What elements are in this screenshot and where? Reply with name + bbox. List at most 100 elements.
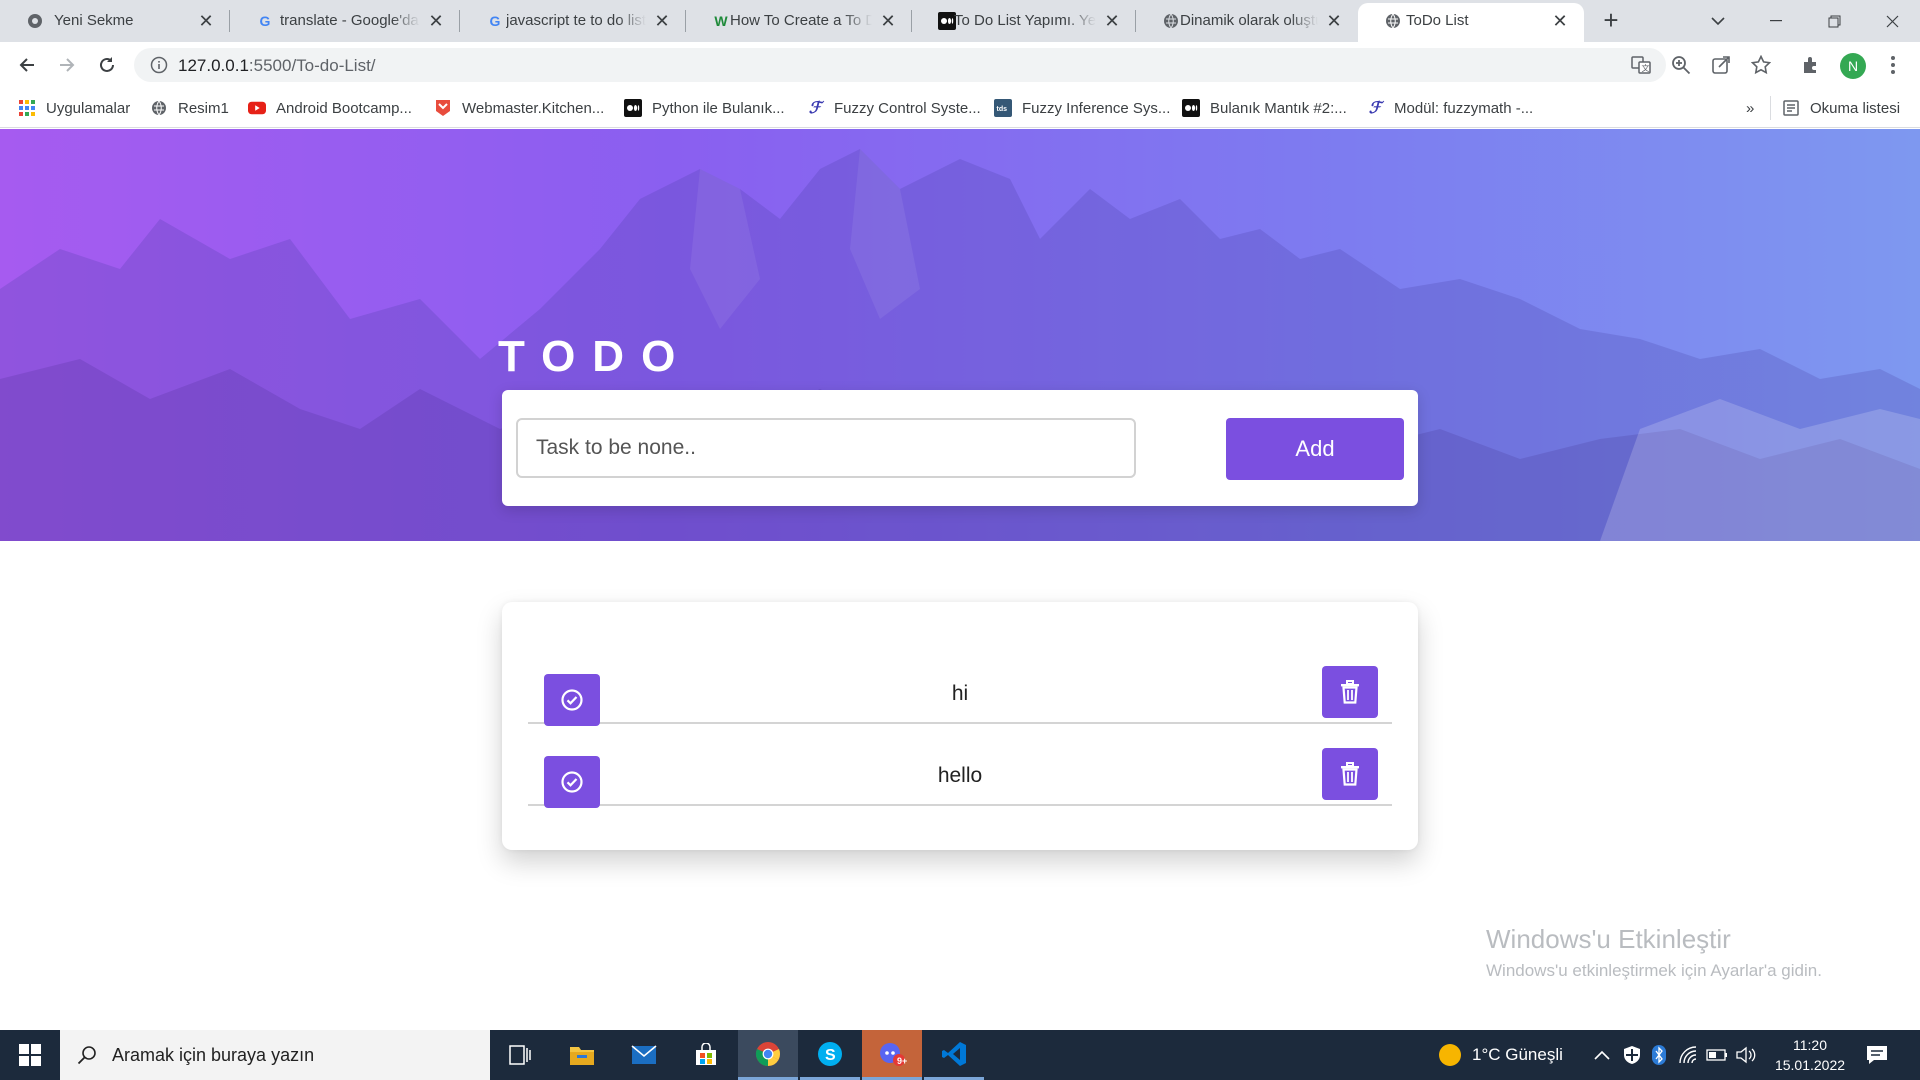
tab-medium-todo[interactable]: To Do List Yapımı. Yeni ✕ [912,0,1136,42]
bookmark-star-icon[interactable] [1748,52,1774,78]
globe-icon [1162,12,1180,30]
windows-activation-watermark: Windows'u Etkinleştir Windows'u etkinleş… [1486,924,1822,981]
close-tab-icon[interactable]: ✕ [652,11,672,31]
site-info-icon[interactable] [150,56,168,74]
minimize-icon[interactable] [1748,0,1804,42]
skype-icon[interactable]: S [800,1030,860,1080]
show-hidden-icons[interactable] [1594,1030,1610,1080]
vscode-icon[interactable] [924,1030,984,1080]
taskbar-search[interactable]: Aramak için buraya yazın [60,1030,490,1080]
google-icon: G [259,13,271,29]
file-explorer-icon[interactable] [552,1030,612,1080]
todo-text: hello [937,764,983,787]
tab-wikihow[interactable]: W How To Create a To Do List ✕ [686,0,912,42]
bookmark-fuzzy-control[interactable]: ℱ Fuzzy Control Syste... [806,98,981,118]
close-tab-icon[interactable]: ✕ [1324,11,1344,31]
bookmark-label: Webmaster.Kitchen... [462,99,605,117]
globe-icon [150,99,168,117]
restore-icon[interactable] [1806,0,1862,42]
tds-icon: tds [994,99,1012,117]
back-icon[interactable] [12,50,42,80]
bluetooth-icon[interactable] [1652,1030,1666,1080]
bookmark-fuzzy-inference[interactable]: tds Fuzzy Inference Sys... [994,98,1170,118]
reload-icon[interactable] [92,50,122,80]
bookmark-label: Fuzzy Control Syste... [834,99,981,117]
bookmark-python-bulanik[interactable]: Python ile Bulanık... [624,98,785,118]
weather-text: 1°C Güneşli [1472,1045,1563,1064]
translate-icon[interactable]: 文 [1628,52,1654,78]
close-tab-icon[interactable]: ✕ [1102,11,1122,31]
bookmark-uygulamalar[interactable]: Uygulamalar [18,98,130,118]
bookmark-android-bootcamp[interactable]: Android Bootcamp... [248,98,412,118]
notification-badge: 9+ [897,1056,908,1066]
bookmark-label: Python ile Bulanık... [652,99,785,117]
extensions-icon[interactable] [1798,52,1824,78]
address-bar[interactable]: 127.0.0.1:5500/To-do-List/ [134,48,1666,82]
tab-translate[interactable]: G translate - Google'da Ara ✕ [230,0,460,42]
webmaster-icon [434,99,452,117]
taskbar-clock[interactable]: 11:20 15.01.2022 [1760,1035,1860,1075]
tab-title: Dinamik olarak oluştur [1180,12,1318,29]
profile-avatar[interactable]: N [1840,53,1866,79]
discord-icon[interactable]: 9+ [862,1030,922,1080]
mail-icon[interactable] [614,1030,674,1080]
bookmark-resim1[interactable]: Resim1 [150,98,229,118]
url-text: 127.0.0.1:5500/To-do-List/ [178,56,376,76]
task-input[interactable] [516,418,1136,478]
close-tab-icon[interactable]: ✕ [196,11,216,31]
windows-taskbar: Aramak için buraya yazın S 9+ 1°C Güneşl… [0,1030,1920,1080]
apps-grid-icon [18,99,36,117]
notifications-icon[interactable] [1866,1030,1888,1080]
more-bookmarks-button[interactable]: » [1746,98,1754,118]
battery-icon[interactable] [1706,1030,1728,1080]
page-title: TODO [498,332,693,381]
zoom-icon[interactable] [1668,52,1694,78]
tab-yeni-sekme[interactable]: Yeni Sekme ✕ [0,0,230,42]
bookmark-label: Bulanık Mantık #2:... [1210,99,1347,117]
tab-todo-list-active[interactable]: ToDo List ✕ [1358,3,1584,42]
tab-javascript-todo[interactable]: G javascript te to do list ✕ [460,0,686,42]
chrome-taskbar-icon[interactable] [738,1030,798,1080]
svg-text:tds: tds [997,106,1008,113]
trash-icon [1341,680,1359,704]
search-icon [74,1042,100,1068]
windows-start-icon[interactable] [0,1030,60,1080]
svg-text:S: S [825,1047,836,1064]
tab-dinamik[interactable]: Dinamik olarak oluştur ✕ [1136,0,1358,42]
tab-title: To Do List Yapımı. Yeni [954,12,1096,29]
tab-title: ToDo List [1406,12,1469,29]
close-window-icon[interactable] [1864,0,1920,42]
tab-title: How To Create a To Do List [730,12,872,29]
defender-icon[interactable] [1622,1030,1642,1080]
close-tab-icon[interactable]: ✕ [1550,11,1570,31]
bookmark-webmaster[interactable]: Webmaster.Kitchen... [434,98,604,118]
new-tab-button[interactable]: + [1598,7,1624,34]
volume-icon[interactable] [1736,1030,1756,1080]
globe-icon [1384,12,1402,30]
medium-icon [624,99,642,117]
reading-list-icon [1782,99,1800,117]
menu-kebab-icon[interactable] [1880,52,1906,78]
close-tab-icon[interactable]: ✕ [878,11,898,31]
complete-button[interactable] [544,674,600,726]
close-tab-icon[interactable]: ✕ [426,11,446,31]
share-icon[interactable] [1708,52,1734,78]
add-button[interactable]: Add [1226,418,1404,480]
check-circle-icon [561,689,583,711]
weather-widget[interactable]: 1°C Güneşli [1438,1030,1563,1080]
forward-icon[interactable] [52,50,82,80]
bookmark-fuzzymath[interactable]: ℱ Modül: fuzzymath -... [1366,98,1534,118]
bookmark-bulanik-mantik[interactable]: Bulanık Mantık #2:... [1182,98,1347,118]
todo-item: hello [528,744,1392,808]
complete-button[interactable] [544,756,600,808]
medium-icon [1182,99,1200,117]
todo-item: hi [528,662,1392,726]
chrome-icon [26,12,44,30]
wifi-icon[interactable] [1678,1030,1698,1080]
task-view-icon[interactable] [490,1030,550,1080]
microsoft-store-icon[interactable] [676,1030,736,1080]
delete-button[interactable] [1322,666,1378,718]
delete-button[interactable] [1322,748,1378,800]
tab-search-icon[interactable] [1690,0,1746,42]
reading-list-button[interactable]: Okuma listesi [1782,98,1900,118]
